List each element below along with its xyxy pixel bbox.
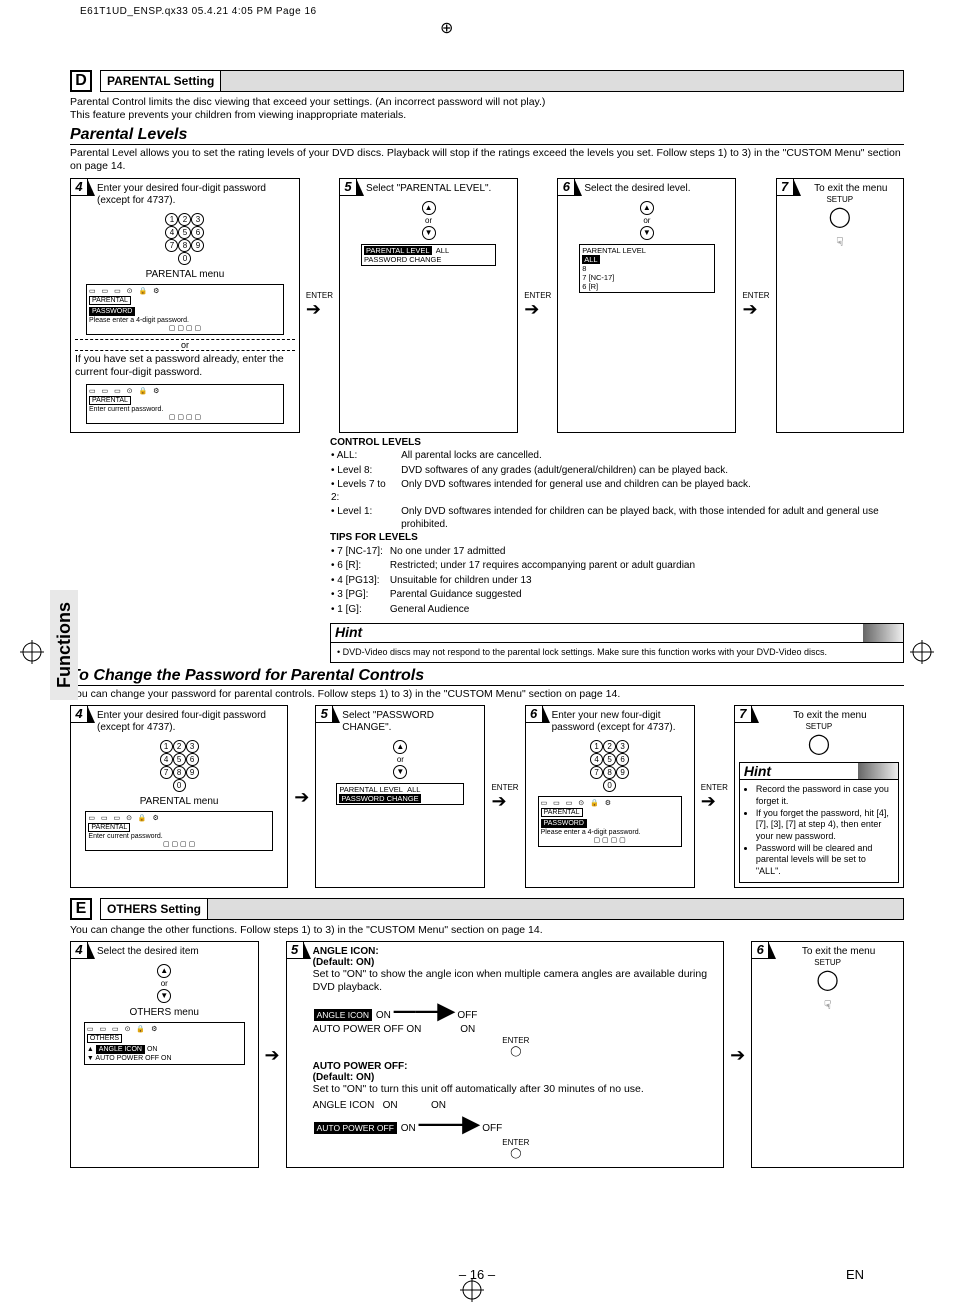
or-separator: or [75,339,295,352]
pw-step4-text: Enter your desired four-digit password (… [97,710,283,734]
control-levels-block: CONTROL LEVELS • ALL:All parental locks … [330,437,904,664]
auto-options-diagram: ANGLE ICON ON ON AUTO POWER OFF ON ——▶ O… [313,1100,719,1159]
hint-head: Hint [331,624,903,643]
osd-menu-step6: PARENTAL LEVEL ALL 8 7 [NC-17] 6 [R] [579,244,714,293]
already-password-note: If you have set a password already, ente… [75,353,295,379]
e-step4-text: Select the desired item [97,946,254,958]
side-tab-functions: Functions [50,590,78,700]
step-number: 7 [776,178,794,196]
step-number: 5 [339,178,357,196]
setup-label: SETUP [756,958,899,967]
keypad-icon: 123 456 789 0 [530,740,690,792]
sectione-intro: You can change the other functions. Foll… [70,924,904,937]
default-on: (Default: ON) [313,1072,375,1083]
parental-menu-label: PARENTAL menu [75,796,283,807]
pw-step7-text: To exit the menu [761,710,899,722]
hand-press-icon: ◯☟ [756,967,899,1015]
updown-or-icon: ▲or▼ [344,201,513,240]
hint-body: • DVD-Video discs may not respond to the… [331,643,903,663]
step-number: 6 [751,941,769,959]
osd-menu-step5: PARENTAL LEVEL ALL PASSWORD CHANGE [361,244,496,266]
angle-body: Set to "ON" to show the angle icon when … [313,968,719,994]
section-letter-e: E [70,898,92,920]
step-number: 4 [70,941,88,959]
auto-head: AUTO POWER OFF: [313,1061,408,1072]
parental-menu-label: PARENTAL menu [75,269,295,280]
parental-levels-intro: Parental Level allows you to set the rat… [70,147,904,173]
registration-mark-right [910,640,934,664]
keypad-icon: 123 456 789 0 [75,740,283,792]
updown-or-icon: ▲or▼ [320,740,480,779]
hint-body: Record the password in case you forget i… [740,780,898,882]
parental-menu-graphic: ▭ ▭ ▭ ⊙ 🔒 ⚙ PARENTAL Enter current passw… [85,811,272,851]
arrow-icon: ENTER➔ [742,292,769,318]
default-on: (Default: ON) [313,957,375,968]
section-title-e: OTHERS Setting [101,899,208,919]
arrow-icon: ENTER➔ [701,784,728,810]
osd-menu-pw5: PARENTAL LEVEL ALL PASSWORD CHANGE [336,783,464,805]
step7-text: To exit the menu [803,183,899,195]
e-step6-text: To exit the menu [778,946,899,958]
pw-step6-text: Enter your new four-digit password (exce… [552,710,690,734]
arrow-icon: ENTER➔ [524,292,551,318]
updown-or-icon: ▲or▼ [562,201,731,240]
lang-code: EN [846,1267,864,1282]
section-title-d: PARENTAL Setting [101,71,221,91]
updown-or-icon: ▲or▼ [75,964,254,1003]
auto-body: Set to "ON" to turn this unit off automa… [313,1083,719,1096]
parental-menu-graphic: ▭ ▭ ▭ ⊙ 🔒 ⚙ PARENTAL PASSWORD Please ent… [538,796,682,847]
password-change-intro: You can change your password for parenta… [70,688,904,701]
step-number: 6 [557,178,575,196]
keypad-icon: 123 456 789 0 [75,213,295,265]
step-number: 4 [70,705,88,723]
pw-step5-text: Select "PASSWORD CHANGE". [342,710,480,734]
password-change-head: To Change the Password for Parental Cont… [70,667,904,686]
print-slug: E61T1UD_ENSP.qx33 05.4.21 4:05 PM Page 1… [80,6,317,17]
angle-options-diagram: ANGLE ICON ON ——▶ OFF AUTO POWER OFF ON … [313,998,719,1057]
parental-menu-graphic: ▭ ▭ ▭ ⊙ 🔒 ⚙ PARENTAL PASSWORD Please ent… [86,284,284,335]
registration-marks: ⊕ [0,18,954,38]
setup-label: SETUP [781,195,899,204]
sectiond-intro1: Parental Control limits the disc viewing… [70,96,904,109]
others-menu-graphic: ▭ ▭ ▭ ⊙ 🔒 ⚙ OTHERS ▲ ANGLE ICON ON ▼ AUT… [84,1022,245,1065]
step-number: 5 [286,941,304,959]
step-number: 7 [734,705,752,723]
hint-head: Hint [740,763,898,780]
step-number: 5 [315,705,333,723]
hand-press-icon: ◯☟ [781,204,899,252]
step6-text: Select the desired level. [584,183,731,195]
registration-mark-left [20,640,44,664]
hand-press-icon: ◯ [739,731,899,756]
arrow-icon: ➔ [294,788,309,806]
arrow-icon: ENTER➔ [491,784,518,810]
arrow-icon: ENTER➔ [306,292,333,318]
angle-icon-head: ANGLE ICON: [313,946,379,957]
sectiond-intro2: This feature prevents your children from… [70,109,904,122]
parental-menu-graphic-2: ▭ ▭ ▭ ⊙ 🔒 ⚙ PARENTAL Enter current passw… [86,384,284,424]
registration-mark-bottom [460,1278,484,1302]
step-number: 4 [70,178,88,196]
step5-text: Select "PARENTAL LEVEL". [366,183,513,195]
step-number: 6 [525,705,543,723]
arrow-icon: ➔ [730,1046,745,1064]
step4-text: Enter your desired four-digit password (… [97,183,295,207]
setup-label: SETUP [739,722,899,731]
parental-levels-head: Parental Levels [70,126,904,145]
others-menu-label: OTHERS menu [75,1007,254,1018]
arrow-icon: ➔ [265,1046,280,1064]
section-letter-d: D [70,70,92,92]
